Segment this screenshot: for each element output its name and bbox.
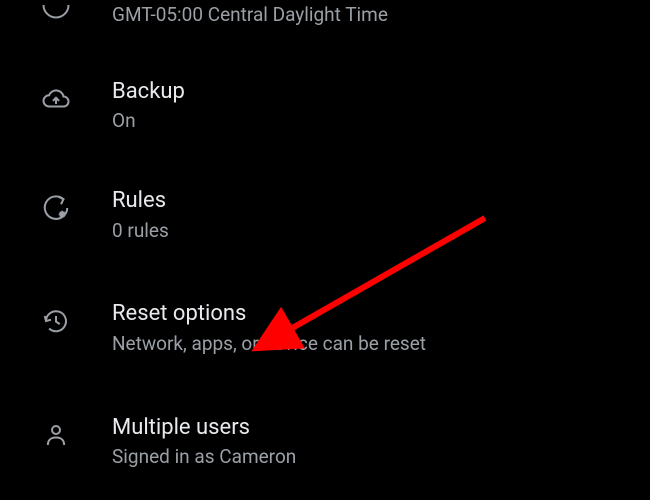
item-title: Backup — [112, 78, 630, 107]
item-subtitle: 0 rules — [112, 219, 630, 244]
settings-item-backup[interactable]: Backup On — [0, 68, 650, 174]
rules-icon — [0, 187, 112, 223]
cloud-upload-icon — [0, 78, 112, 114]
item-title: Rules — [112, 187, 630, 216]
history-icon — [0, 300, 112, 336]
item-subtitle: On — [112, 109, 630, 134]
clock-icon — [0, 0, 112, 20]
settings-item-reset-options[interactable]: Reset options Network, apps, or device c… — [0, 283, 650, 396]
person-icon — [0, 414, 112, 450]
settings-item-datetime[interactable]: GMT-05:00 Central Daylight Time — [0, 0, 650, 68]
item-subtitle: Signed in as Cameron — [112, 445, 630, 470]
settings-item-rules[interactable]: Rules 0 rules — [0, 174, 650, 283]
item-title: Multiple users — [112, 414, 630, 443]
settings-item-multiple-users[interactable]: Multiple users Signed in as Cameron — [0, 397, 650, 470]
item-subtitle: GMT-05:00 Central Daylight Time — [112, 3, 630, 28]
item-title: Reset options — [112, 300, 630, 329]
item-subtitle: Network, apps, or device can be reset — [112, 332, 630, 357]
settings-list: GMT-05:00 Central Daylight Time Backup O… — [0, 0, 650, 470]
